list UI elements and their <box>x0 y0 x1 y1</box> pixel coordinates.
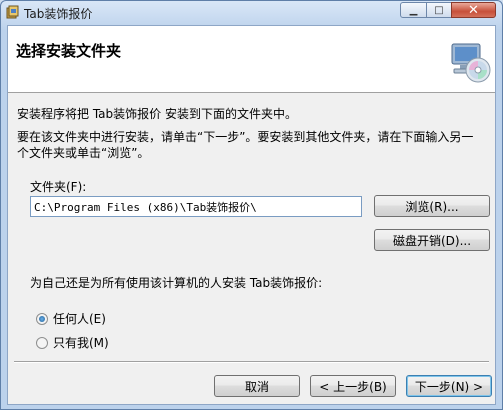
back-button[interactable]: < 上一步(B) <box>310 375 396 397</box>
cd-computer-icon <box>451 43 491 83</box>
installer-window: Tab装饰报价 ▁ □ ✕ 选择安装文件夹 安装程序将把 Tab装饰报价 安装到… <box>0 0 503 410</box>
radio-just-me-label: 只有我(M) <box>53 336 109 350</box>
installer-app-icon <box>6 5 19 19</box>
radio-just-me-indicator[interactable] <box>36 336 48 349</box>
minimize-icon: ▁ <box>409 4 418 16</box>
next-button[interactable]: 下一步(N) > <box>406 375 492 397</box>
radio-everyone[interactable]: 任何人(E) <box>36 310 106 327</box>
minimize-button[interactable]: ▁ <box>400 2 427 18</box>
window-title: Tab装饰报价 <box>24 7 93 21</box>
radio-everyone-indicator[interactable] <box>36 312 48 325</box>
cancel-button[interactable]: 取消 <box>214 375 300 397</box>
dialog-client-area: 选择安装文件夹 安装程序将把 Tab装饰报价 安装到下面的文件夹中。 要在该文件… <box>7 25 496 405</box>
maximize-icon: □ <box>434 4 444 16</box>
dialog-header: 选择安装文件夹 <box>8 26 495 93</box>
install-description: 安装程序将把 Tab装饰报价 安装到下面的文件夹中。 <box>17 107 297 121</box>
folder-path-input[interactable]: C:\Program Files (x86)\Tab装饰报价\ <box>30 196 362 217</box>
footer-divider <box>14 361 489 363</box>
install-for-question: 为自己还是为所有使用该计算机的人安装 Tab装饰报价: <box>30 276 323 290</box>
folder-label: 文件夹(F): <box>30 180 87 194</box>
instruction-line-1: 要在该文件夹中进行安装，请单击“下一步”。要安装到其他文件夹，请在下面输入另一 <box>17 130 474 144</box>
radio-just-me[interactable]: 只有我(M) <box>36 334 109 351</box>
browse-button[interactable]: 浏览(R)... <box>374 195 490 217</box>
instruction-line-2: 个文件夹或单击“浏览”。 <box>17 146 150 160</box>
maximize-button[interactable]: □ <box>426 2 452 18</box>
page-title: 选择安装文件夹 <box>16 42 122 60</box>
title-bar[interactable]: Tab装饰报价 ▁ □ ✕ <box>1 1 502 25</box>
close-button[interactable]: ✕ <box>451 2 496 18</box>
close-icon: ✕ <box>468 2 479 18</box>
radio-everyone-label: 任何人(E) <box>53 312 106 326</box>
disk-cost-button[interactable]: 磁盘开销(D)... <box>374 229 490 251</box>
